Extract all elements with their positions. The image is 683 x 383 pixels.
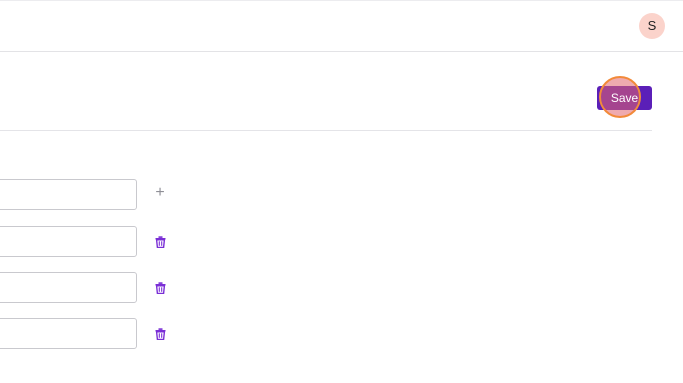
page: S Save +	[0, 0, 683, 383]
form-field-3[interactable]	[0, 272, 137, 303]
form-field-4[interactable]	[0, 318, 137, 349]
delete-row-2-icon[interactable]	[153, 235, 167, 249]
save-button[interactable]	[597, 86, 652, 110]
section-divider	[0, 130, 652, 131]
top-bar: S	[0, 0, 683, 52]
top-edge-line	[0, 0, 683, 1]
user-avatar[interactable]: S	[639, 13, 665, 39]
form-field-1[interactable]	[0, 179, 137, 210]
delete-row-4-icon[interactable]	[153, 327, 167, 341]
add-row-icon[interactable]: +	[153, 185, 167, 201]
delete-row-3-icon[interactable]	[153, 281, 167, 295]
form-field-2[interactable]	[0, 226, 137, 257]
